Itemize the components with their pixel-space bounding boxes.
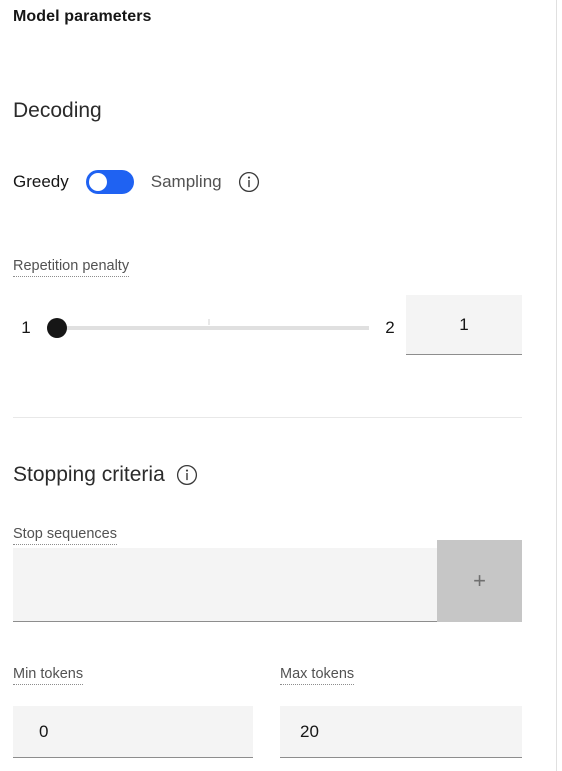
decoding-sampling-label[interactable]: Sampling <box>151 172 222 192</box>
slider-midpoint-tick <box>208 319 210 325</box>
decoding-section-heading: Decoding <box>13 99 102 122</box>
decoding-greedy-label[interactable]: Greedy <box>13 172 69 192</box>
panel-inner: Model parameters Decoding Greedy Samplin… <box>0 0 556 771</box>
decoding-mode-toggle[interactable] <box>85 170 134 194</box>
decoding-info-icon[interactable] <box>238 171 260 193</box>
slider-track <box>47 326 369 330</box>
repetition-penalty-slider-row: 1 2 <box>13 308 403 348</box>
page-title: Model parameters <box>13 8 152 25</box>
min-tokens-label: Min tokens <box>13 666 84 685</box>
stopping-criteria-info-icon[interactable] <box>176 464 198 486</box>
repetition-penalty-slider[interactable] <box>47 316 369 340</box>
repetition-penalty-label: Repetition penalty <box>13 258 130 277</box>
min-tokens-input[interactable]: 0 <box>13 706 253 758</box>
stop-sequences-add-button[interactable]: + <box>437 540 522 622</box>
model-parameters-panel: Model parameters Decoding Greedy Samplin… <box>0 0 557 771</box>
max-tokens-label: Max tokens <box>280 666 355 685</box>
decoding-mode-row: Greedy Sampling <box>13 168 260 196</box>
stopping-criteria-heading: Stopping criteria <box>13 463 165 486</box>
slider-max-label: 2 <box>385 318 395 337</box>
slider-thumb[interactable] <box>47 318 67 338</box>
max-tokens-input[interactable]: 20 <box>280 706 522 758</box>
plus-icon: + <box>473 568 486 593</box>
stop-sequences-input[interactable] <box>13 548 437 622</box>
slider-min-label: 1 <box>21 318 31 337</box>
stop-sequences-label: Stop sequences <box>13 526 117 545</box>
section-divider <box>13 417 522 418</box>
repetition-penalty-input[interactable]: 1 <box>406 295 522 355</box>
toggle-knob <box>88 173 107 191</box>
stopping-criteria-heading-row: Stopping criteria <box>13 463 198 487</box>
